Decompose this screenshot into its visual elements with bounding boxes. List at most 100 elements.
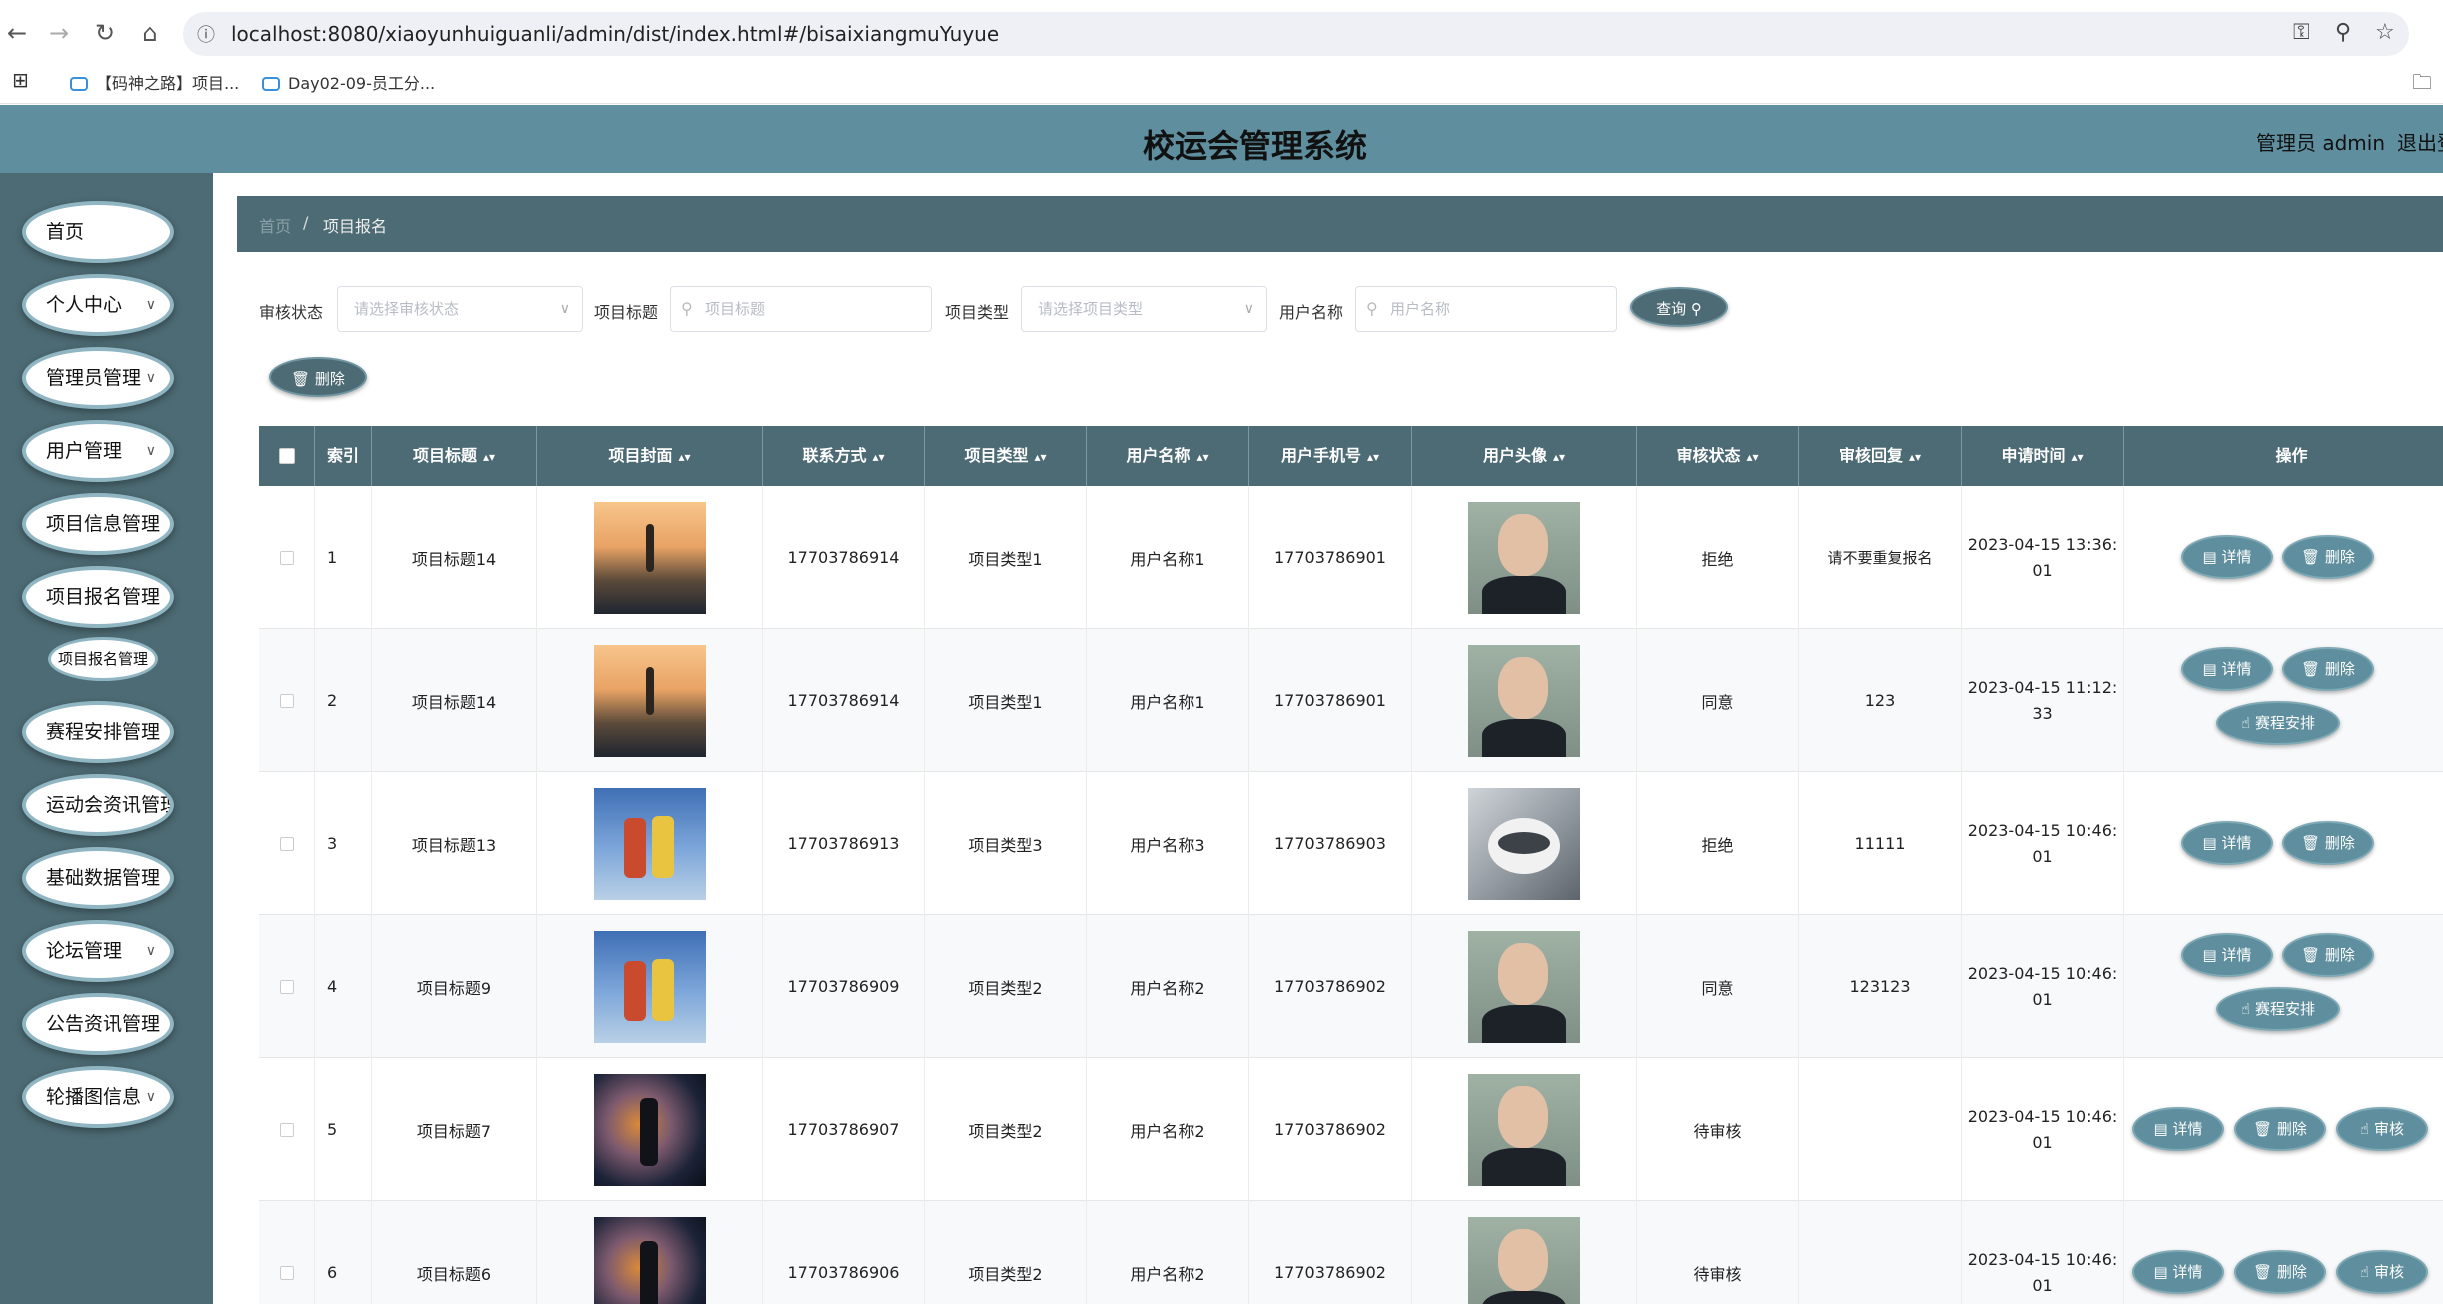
user-avatar-image[interactable] — [1468, 1216, 1580, 1304]
delete-button[interactable]: 🗑 删除 — [2282, 821, 2374, 865]
back-icon[interactable]: ← — [2, 18, 32, 48]
header-phone[interactable]: 联系方式 ▴▾ — [763, 426, 925, 486]
sidebar-item-project-signup[interactable]: 项目报名管理 — [22, 566, 174, 628]
sidebar-item-sports-news[interactable]: 运动会资讯管理 — [22, 774, 174, 836]
row-checkbox[interactable] — [279, 1122, 294, 1137]
sidebar-item-admin-management[interactable]: 管理员管理 ∨ — [22, 347, 174, 409]
schedule-button[interactable]: ☝ 赛程安排 — [2216, 701, 2340, 745]
forward-icon[interactable]: → — [44, 18, 74, 48]
bookmark-item[interactable]: 【码神之路】项目... — [70, 70, 239, 94]
home-icon[interactable]: ⌂ — [135, 18, 165, 48]
delete-button[interactable]: 🗑 删除 — [2234, 1250, 2326, 1294]
delete-button[interactable]: 🗑 删除 — [2282, 933, 2374, 977]
cover-cell — [537, 486, 763, 629]
user-avatar-image[interactable] — [1468, 1073, 1580, 1186]
sidebar-item-home[interactable]: 首页 — [22, 201, 174, 263]
sidebar-item-project-info[interactable]: 项目信息管理 — [22, 493, 174, 555]
bookmark-star-icon[interactable]: ☆ — [2375, 20, 2395, 45]
site-info-icon[interactable]: ⓘ — [197, 21, 215, 47]
sort-icon[interactable]: ▴▾ — [678, 450, 690, 464]
header-user[interactable]: 用户名称 ▴▾ — [1087, 426, 1249, 486]
table-header: 索引 项目标题 ▴▾ 项目封面 ▴▾ 联系方式 ▴▾ 项目类型 ▴▾ 用户名称 ▴▾ 用户… — [259, 426, 2443, 486]
schedule-button[interactable]: ☝ 赛程安排 — [2216, 987, 2340, 1031]
apps-grid-icon[interactable]: ⊞ — [12, 68, 29, 92]
document-icon: ▤ — [2202, 548, 2217, 566]
sort-icon[interactable]: ▴▾ — [1367, 450, 1379, 464]
project-cover-image[interactable] — [593, 787, 706, 900]
user-avatar-image[interactable] — [1468, 644, 1580, 757]
audit-status-select[interactable]: 请选择审核状态 ∨ — [337, 286, 583, 332]
bookmark-item[interactable]: Day02-09-员工分... — [262, 70, 435, 94]
password-key-icon[interactable]: ⚿ — [2293, 20, 2310, 45]
sort-icon[interactable]: ▴▾ — [1196, 450, 1208, 464]
detail-button[interactable]: ▤ 详情 — [2181, 933, 2273, 977]
row-checkbox[interactable] — [279, 1265, 294, 1280]
project-cover-image[interactable] — [593, 1073, 706, 1186]
user-avatar-image[interactable] — [1468, 501, 1580, 614]
header-select-all[interactable] — [259, 426, 315, 486]
index-cell: 4 — [315, 915, 372, 1058]
sort-icon[interactable]: ▴▾ — [1746, 450, 1758, 464]
search-button[interactable]: 查询 ⚲ — [1630, 287, 1728, 327]
sidebar-item-schedule[interactable]: 赛程安排管理 — [22, 701, 174, 763]
zoom-icon[interactable]: ⚲ — [2335, 20, 2351, 45]
header-user-phone[interactable]: 用户手机号 ▴▾ — [1249, 426, 1412, 486]
delete-button[interactable]: 🗑 删除 — [2234, 1107, 2326, 1151]
sort-icon[interactable]: ▴▾ — [1553, 450, 1565, 464]
audit-button[interactable]: ☝ 审核 — [2336, 1107, 2428, 1151]
row-checkbox[interactable] — [279, 836, 294, 851]
header-cover[interactable]: 项目封面 ▴▾ — [537, 426, 763, 486]
detail-button[interactable]: ▤ 详情 — [2132, 1107, 2224, 1151]
url-text[interactable]: localhost:8080/xiaoyunhuiguanli/admin/di… — [231, 22, 999, 46]
delete-button[interactable]: 🗑 删除 — [2282, 535, 2374, 579]
sidebar-item-personal-center[interactable]: 个人中心 ∨ — [22, 274, 174, 336]
sidebar-item-announcements[interactable]: 公告资讯管理 — [22, 993, 174, 1055]
project-type-placeholder: 请选择项目类型 — [1038, 300, 1144, 318]
user-avatar-image[interactable] — [1468, 787, 1580, 900]
sort-icon[interactable]: ▴▾ — [1909, 450, 1921, 464]
header-status[interactable]: 审核状态 ▴▾ — [1637, 426, 1799, 486]
project-cover-image[interactable] — [593, 930, 706, 1043]
delete-button[interactable]: 🗑 删除 — [2282, 647, 2374, 691]
sort-icon[interactable]: ▴▾ — [483, 450, 495, 464]
detail-label: 详情 — [2221, 548, 2252, 566]
header-title[interactable]: 项目标题 ▴▾ — [372, 426, 537, 486]
header-time[interactable]: 申请时间 ▴▾ — [1962, 426, 2124, 486]
select-all-checkbox[interactable] — [279, 448, 295, 464]
logout-link[interactable]: 退出登录 — [2397, 127, 2443, 156]
sort-icon[interactable]: ▴▾ — [2071, 450, 2083, 464]
batch-delete-button[interactable]: 🗑 删除 — [269, 357, 367, 397]
detail-button[interactable]: ▤ 详情 — [2132, 1250, 2224, 1294]
sidebar-subitem-project-signup[interactable]: 项目报名管理 — [48, 637, 158, 681]
reload-icon[interactable]: ↻ — [90, 18, 120, 48]
project-title-input[interactable]: ⚲ 项目标题 — [670, 286, 932, 332]
header-avatar[interactable]: 用户头像 ▴▾ — [1412, 426, 1637, 486]
audit-button[interactable]: ☝ 审核 — [2336, 1250, 2428, 1294]
sidebar-item-label: 管理员管理 — [46, 367, 142, 389]
row-checkbox[interactable] — [279, 979, 294, 994]
project-cover-image[interactable] — [593, 644, 706, 757]
user-avatar-image[interactable] — [1468, 930, 1580, 1043]
folder-icon[interactable]: 🗀 — [2412, 68, 2432, 102]
project-type-select[interactable]: 请选择项目类型 ∨ — [1021, 286, 1267, 332]
sort-icon[interactable]: ▴▾ — [1034, 450, 1046, 464]
detail-button[interactable]: ▤ 详情 — [2181, 821, 2273, 865]
user-name-input[interactable]: ⚲ 用户名称 — [1355, 286, 1617, 332]
sidebar-item-base-data[interactable]: 基础数据管理 — [22, 847, 174, 909]
sidebar-item-forum[interactable]: 论坛管理 ∨ — [22, 920, 174, 982]
sidebar-item-user-management[interactable]: 用户管理 ∨ — [22, 420, 174, 482]
breadcrumb-home[interactable]: 首页 — [259, 213, 291, 237]
row-checkbox[interactable] — [279, 550, 294, 565]
header-type[interactable]: 项目类型 ▴▾ — [925, 426, 1087, 486]
sort-icon[interactable]: ▴▾ — [872, 450, 884, 464]
reply-cell: 123 — [1799, 629, 1962, 772]
sidebar-item-carousel[interactable]: 轮播图信息 ∨ — [22, 1066, 174, 1128]
project-cover-image[interactable] — [593, 1216, 706, 1304]
detail-button[interactable]: ▤ 详情 — [2181, 647, 2273, 691]
address-bar[interactable]: ⓘ localhost:8080/xiaoyunhuiguanli/admin/… — [183, 12, 2409, 56]
header-label: 项目标题 — [412, 446, 477, 465]
row-checkbox[interactable] — [279, 693, 294, 708]
detail-button[interactable]: ▤ 详情 — [2181, 535, 2273, 579]
header-reply[interactable]: 审核回复 ▴▾ — [1799, 426, 1962, 486]
project-cover-image[interactable] — [593, 501, 706, 614]
